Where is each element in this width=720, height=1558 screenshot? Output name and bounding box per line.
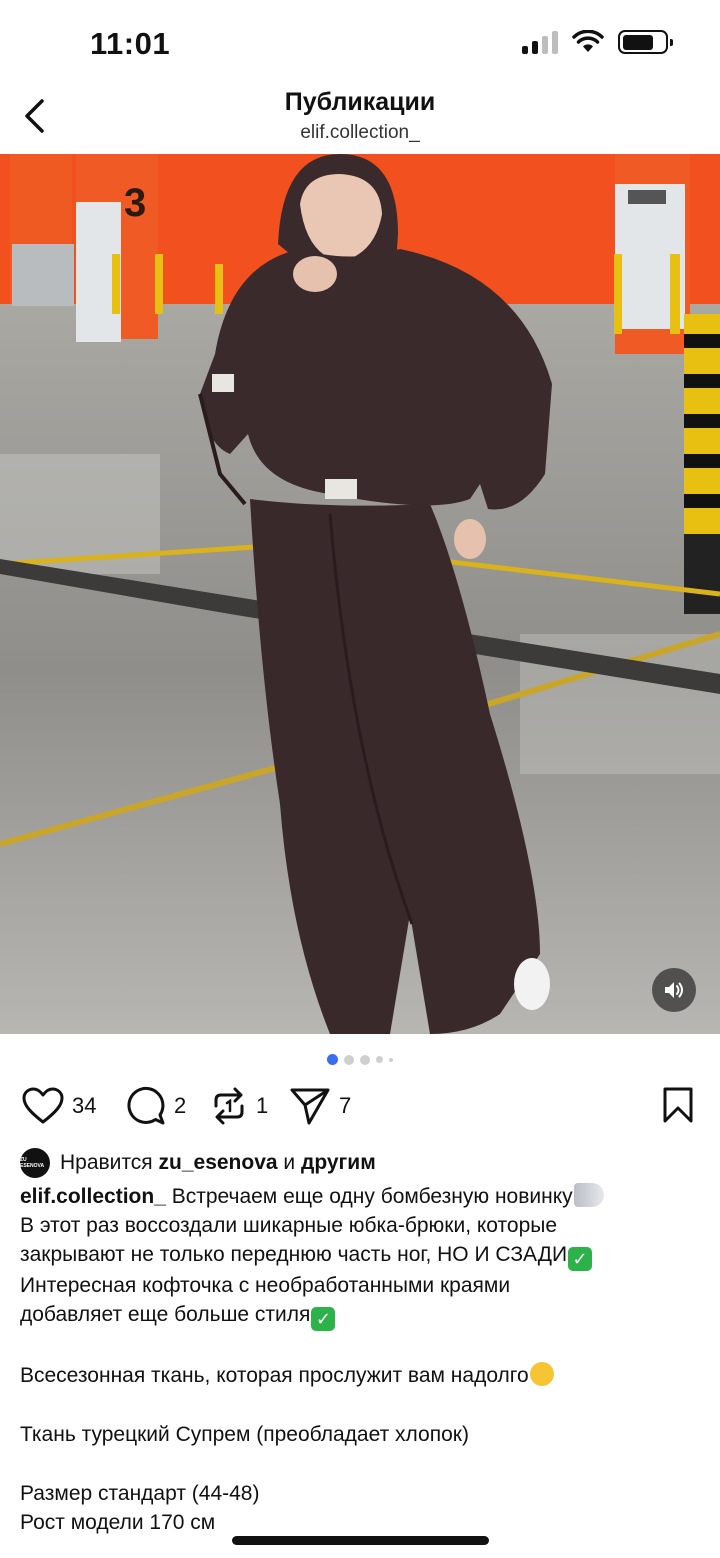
carousel-indicator [0,1054,720,1065]
carousel-dot [344,1054,354,1065]
post-image[interactable]: 3 [0,154,720,1034]
caption-line: добавляет еще больше стиля [20,1303,311,1326]
like-count: 34 [72,1093,97,1118]
share-count: 7 [339,1093,352,1118]
megaphone-icon [573,1183,604,1207]
carousel-dot-active [327,1054,338,1065]
caption-line: Рост модели 170 см [20,1511,216,1534]
caption-line: Всесезонная ткань, которая прослужит вам… [20,1364,529,1387]
comment-count: 2 [174,1093,187,1118]
comment-button[interactable]: 2 [126,1084,186,1128]
share-button[interactable]: 7 [289,1084,351,1128]
liked-by-user[interactable]: zu_esenova [159,1151,278,1174]
repost-count: 1 [256,1093,269,1118]
check-mark-icon: ✓ [311,1307,336,1331]
caption-line: Интересная кофточка с необработанными кр… [20,1274,511,1297]
nav-header: Публикации elif.collection_ [0,84,720,154]
caption-line: закрывают не только переднюю часть ног, … [20,1243,568,1266]
caption-line: Ткань турецкий Супрем (преобладает хлопо… [20,1423,469,1446]
battery-icon [618,30,673,54]
heart-icon [22,1087,64,1124]
caption-line: Размер стандарт (44-48) [20,1482,260,1505]
ok-hand-icon [529,1362,554,1386]
cellular-signal-icon [522,30,558,54]
mute-toggle-button[interactable] [652,968,696,1012]
carousel-dot [376,1056,383,1063]
send-icon [290,1088,330,1125]
caption-username[interactable]: elif.collection_ [20,1185,166,1208]
repost-button[interactable]: 1 [210,1084,268,1128]
liked-by-joiner: и [283,1151,296,1174]
status-time: 11:01 [90,26,171,61]
page-title: Публикации [284,88,436,116]
status-bar: 11:01 [0,0,720,84]
account-username[interactable]: elif.collection_ [0,122,720,144]
status-icons [522,30,673,54]
post-caption: elif.collection_ Встречаем еще одну бомб… [20,1182,706,1537]
save-button[interactable] [662,1086,694,1129]
caption-line: В этот раз воссоздали шикарные юбка-брюк… [20,1214,558,1237]
like-button[interactable]: 34 [22,1084,96,1128]
wifi-icon [572,30,604,52]
check-mark-icon: ✓ [568,1247,593,1271]
post-actions: 34 2 1 7 [0,1084,720,1130]
liked-by-prefix: Нравится [60,1151,153,1174]
speaker-icon [665,982,683,998]
liked-by-others[interactable]: другим [301,1151,376,1174]
carousel-dot [389,1057,393,1062]
caption-line: Встречаем еще одну бомбезную новинку [171,1185,573,1208]
liked-by[interactable]: ZU ESENOVA Нравится zu_esenova и другим [20,1148,376,1178]
liker-avatar: ZU ESENOVA [20,1148,50,1178]
post-photo: 3 [0,154,720,1034]
bookmark-icon [663,1087,693,1123]
home-indicator[interactable] [232,1536,489,1545]
comment-icon [127,1086,165,1125]
svg-text:3: 3 [124,181,146,225]
avatar-logo-text: ZU ESENOVA [20,1157,45,1169]
repost-icon [214,1087,244,1125]
carousel-dot [360,1054,370,1065]
